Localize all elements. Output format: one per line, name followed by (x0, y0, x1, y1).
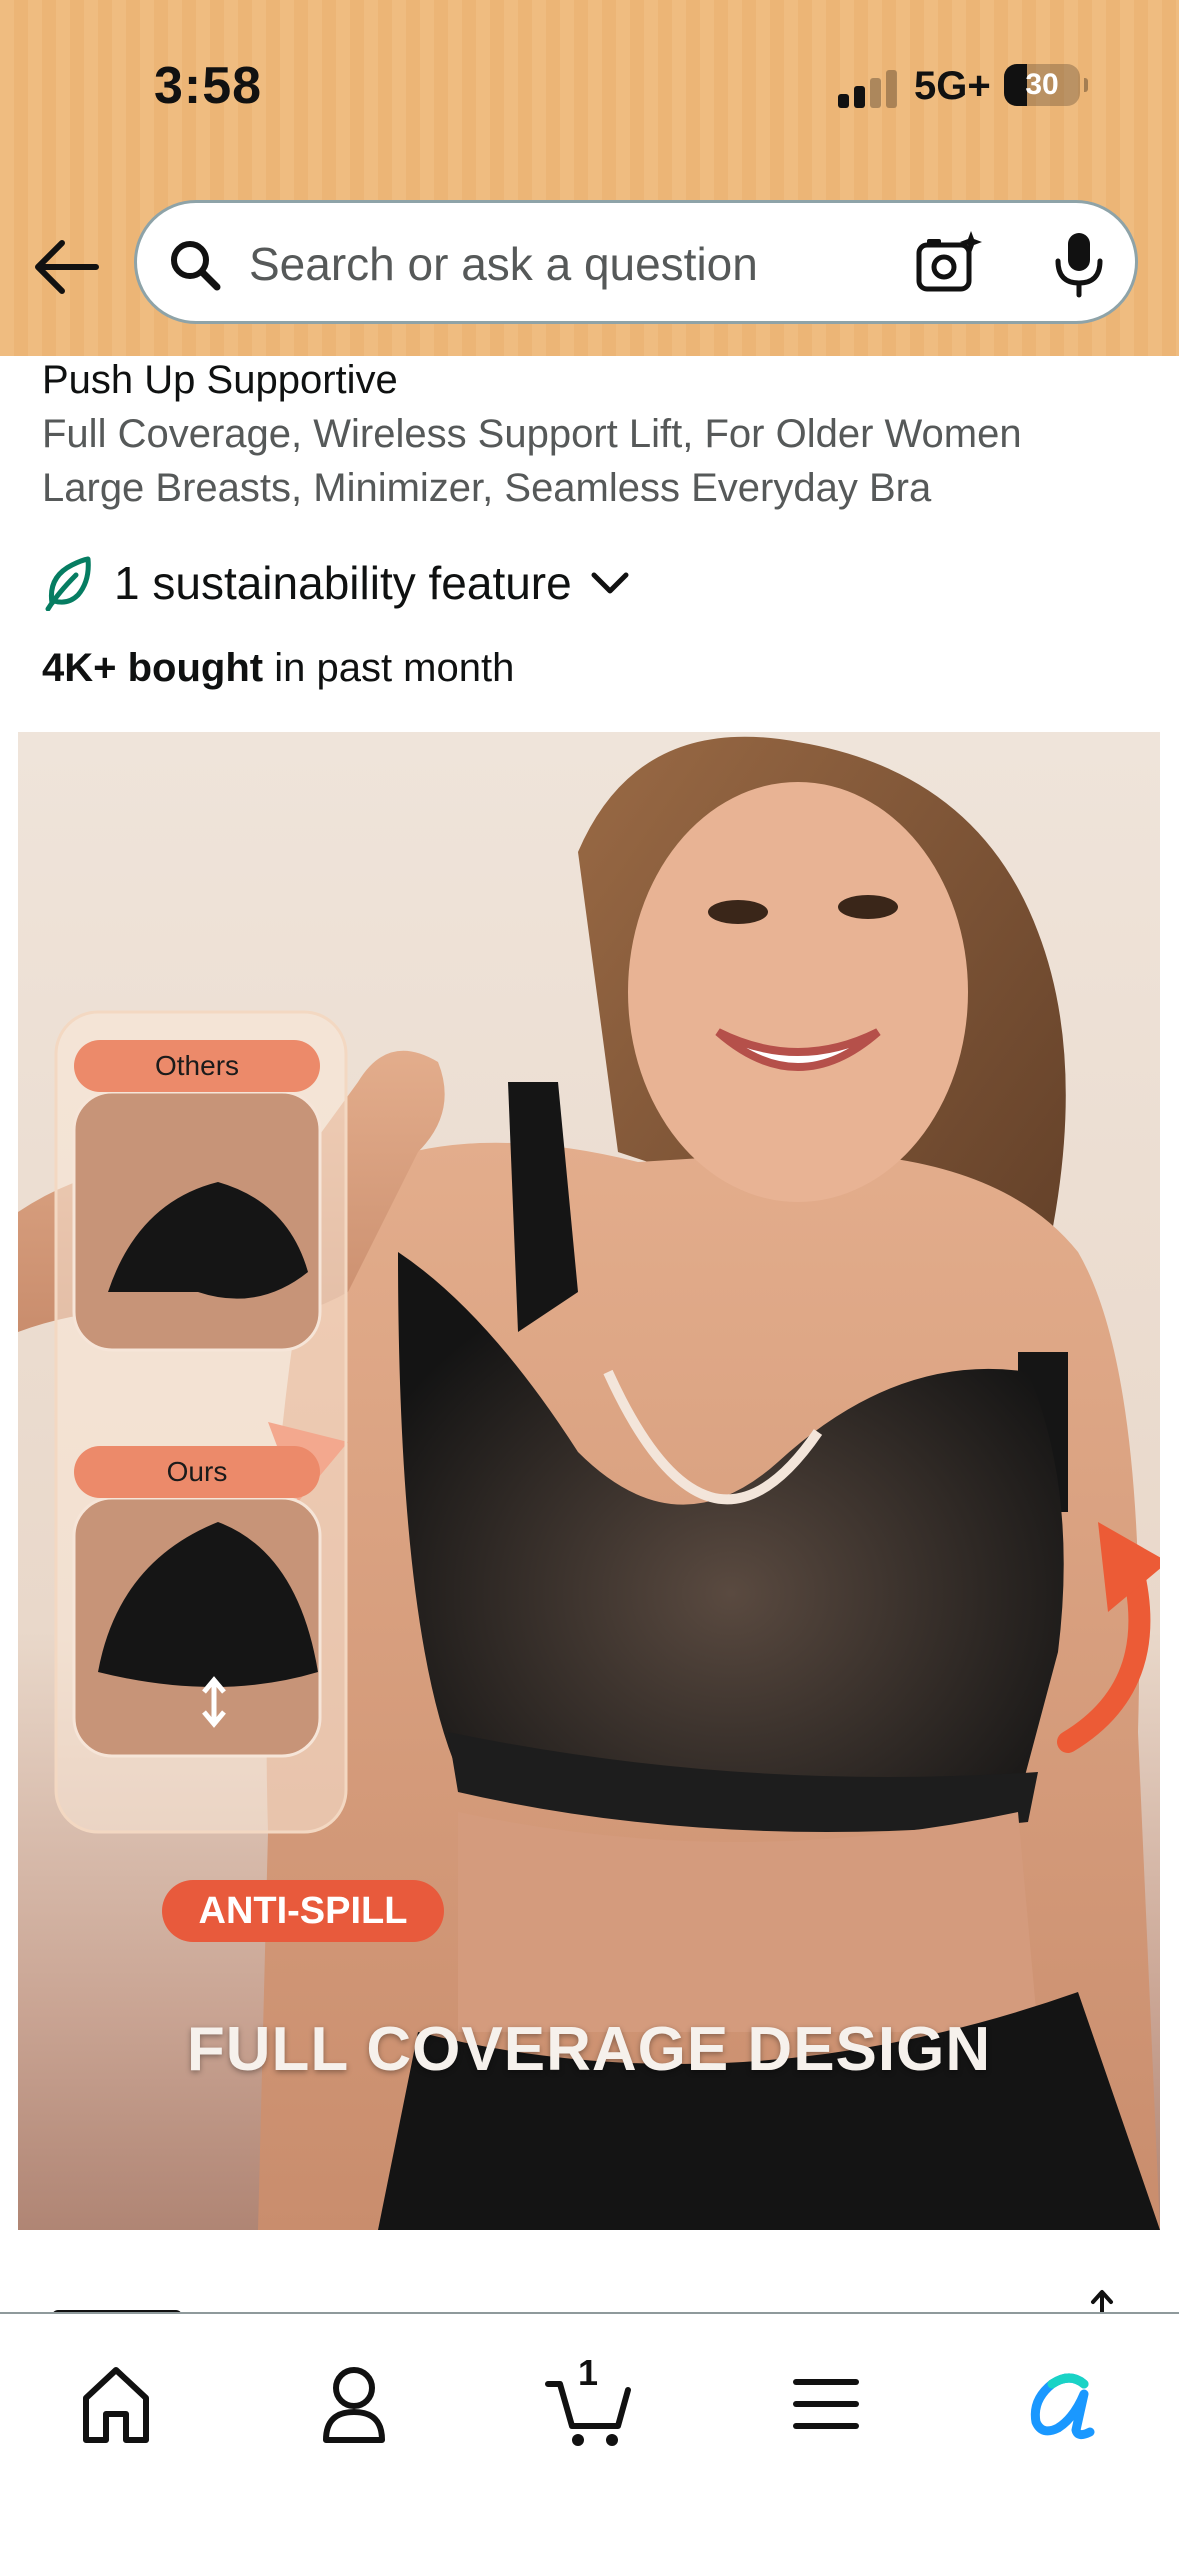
network-type: 5G+ (914, 64, 991, 108)
sustainability-label: 1 sustainability feature (114, 557, 572, 609)
image-caption: FULL COVERAGE DESIGN (186, 2015, 992, 2084)
camera-sparkle-icon[interactable] (913, 229, 983, 299)
nav-rufus[interactable] (1012, 2354, 1112, 2450)
chevron-down-icon (591, 572, 629, 594)
battery-icon: 30 (1004, 64, 1088, 106)
menu-icon (793, 2379, 859, 2429)
nav-cart[interactable]: 1 (540, 2352, 640, 2450)
top-header: 3:58 5G+ 30 (0, 0, 1179, 356)
microphone-icon[interactable] (1049, 229, 1109, 299)
product-title-line: Full Coverage, Wireless Support Lift, Fo… (42, 412, 1022, 456)
sustainability-features-toggle[interactable]: 1 sustainability feature (42, 548, 632, 618)
bottom-navigation: 1 (0, 2312, 1179, 2558)
search-icon (171, 241, 221, 291)
leaf-icon (45, 556, 91, 611)
product-title-line: Large Breasts, Minimizer, Seamless Every… (42, 466, 932, 510)
anti-spill-badge: ANTI-SPILL (162, 1880, 444, 1942)
nav-menu[interactable] (776, 2354, 876, 2450)
comparison-label-others: Others (74, 1040, 320, 1092)
home-icon (83, 2367, 149, 2443)
status-time: 3:58 (154, 57, 263, 115)
arrow-left-icon (35, 240, 99, 294)
bought-count: 4K+ bought in past month (42, 646, 514, 691)
rufus-icon (1030, 2373, 1095, 2440)
bought-count-suffix: in past month (263, 646, 515, 690)
battery-level: 30 (1025, 68, 1059, 101)
account-icon (323, 2367, 385, 2443)
product-image[interactable]: Others Ours ANTI-SPILL FULL COVERAGE DES… (18, 732, 1160, 2230)
comparison-label-ours: Ours (74, 1446, 320, 1498)
nav-home[interactable] (66, 2354, 166, 2450)
cart-count: 1 (578, 2352, 599, 2393)
bought-count-value: 4K+ bought (42, 646, 264, 690)
back-button[interactable] (30, 232, 102, 302)
cellular-signal-icon (838, 68, 898, 108)
search-input[interactable] (247, 223, 951, 305)
search-bar[interactable] (134, 200, 1138, 324)
product-title-brand: Push Up Supportive (42, 358, 398, 402)
nav-account[interactable] (304, 2354, 404, 2450)
